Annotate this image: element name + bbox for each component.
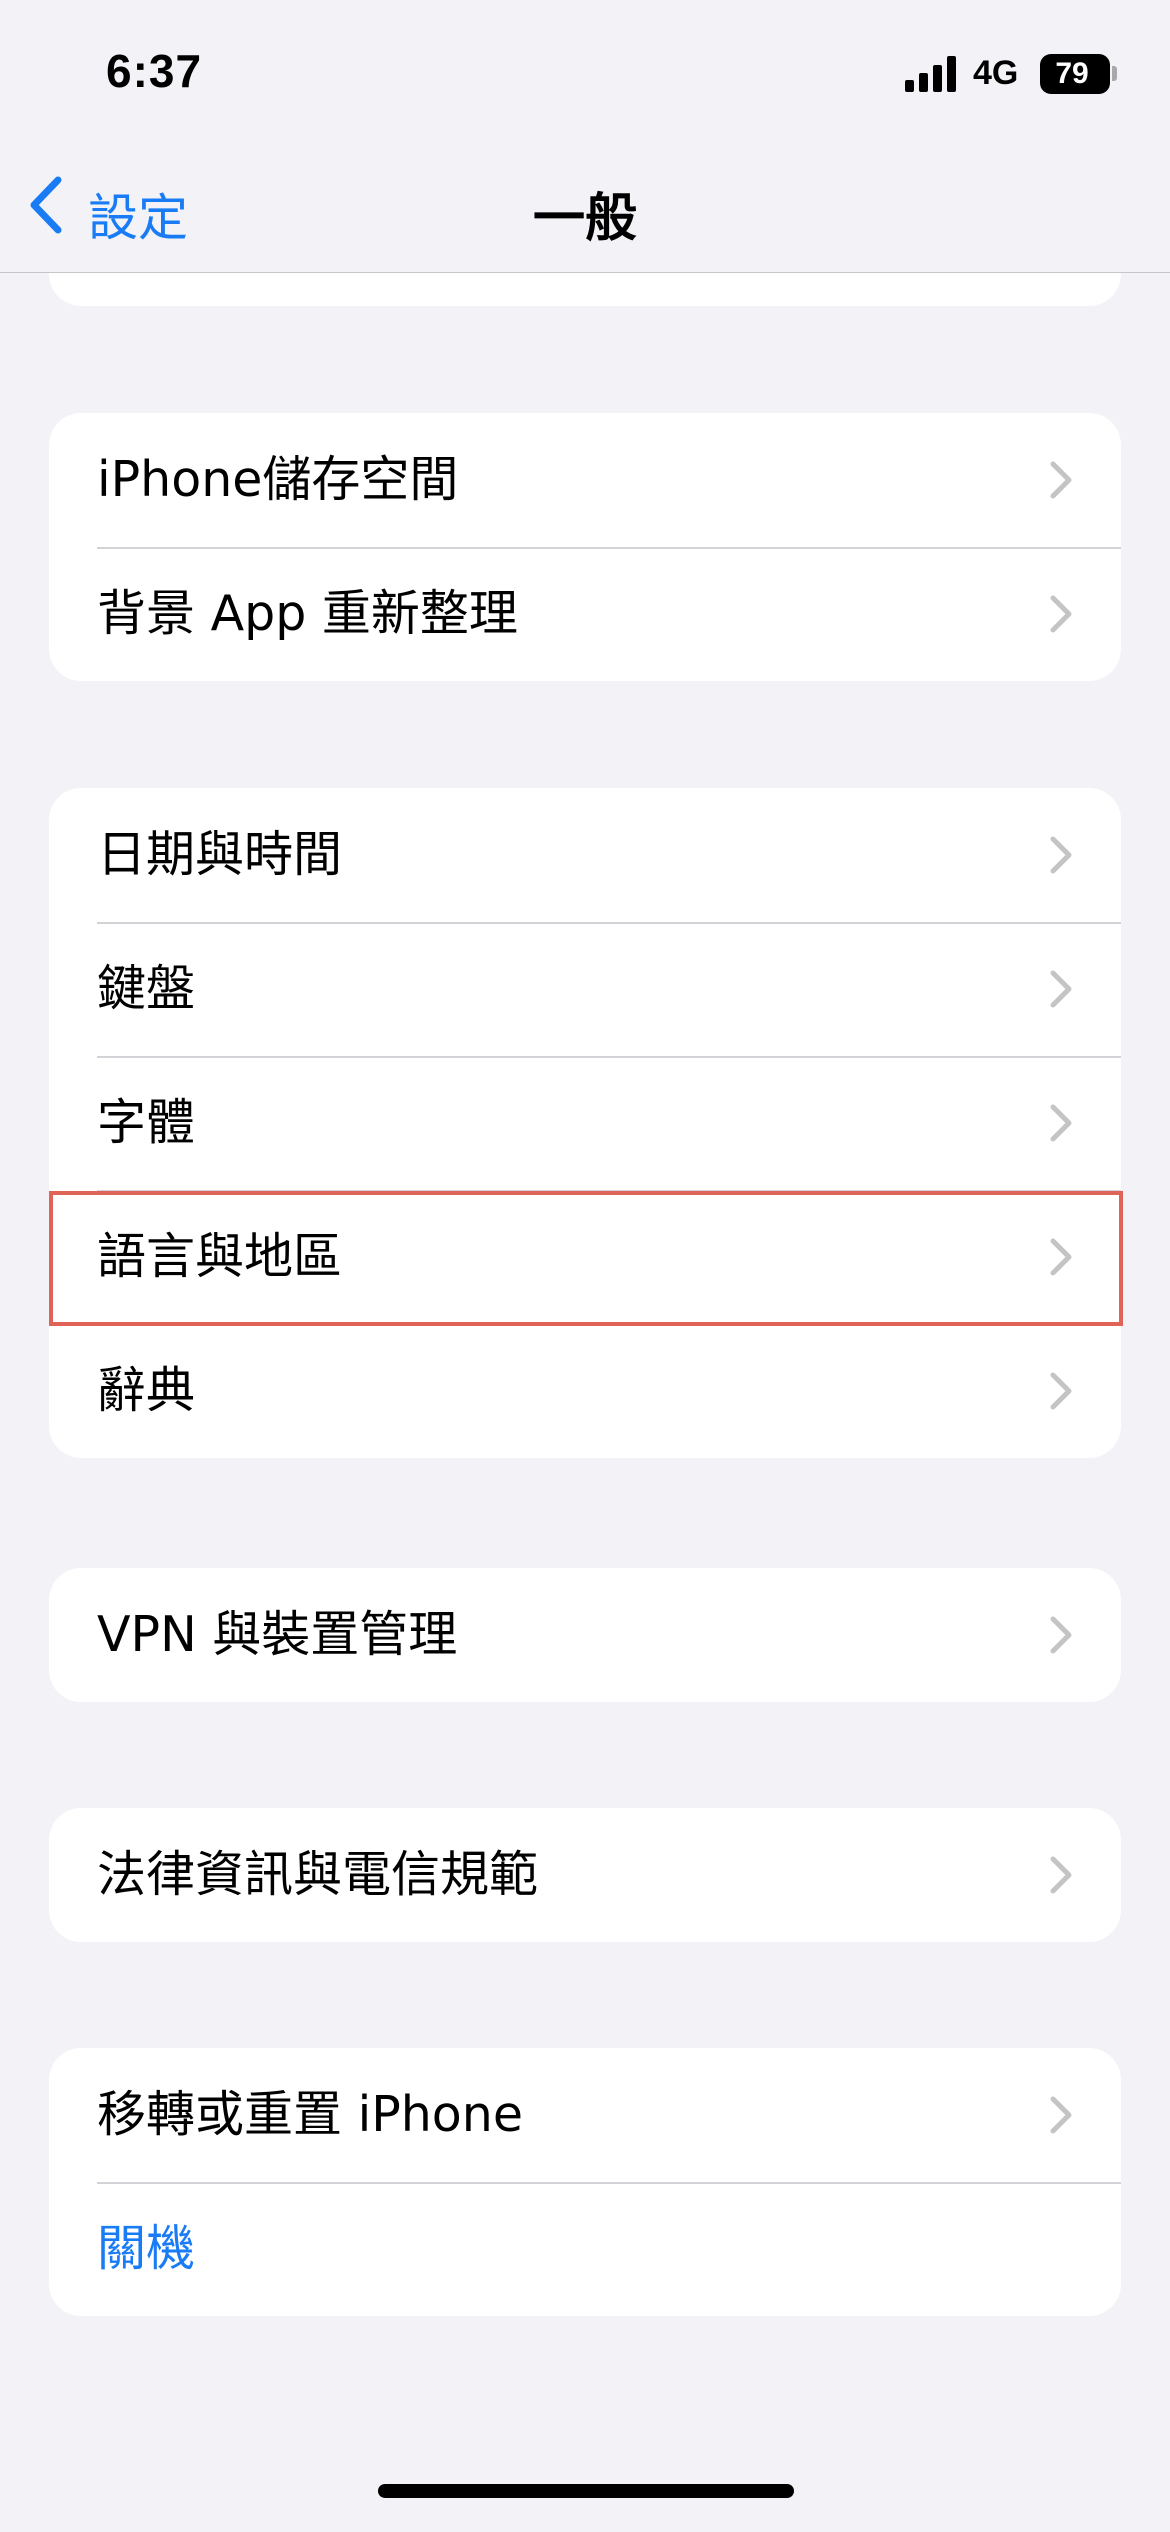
navigation-bar: 設定 一般 <box>0 150 1170 273</box>
home-indicator[interactable] <box>378 2484 794 2498</box>
chevron-right-icon <box>1050 461 1072 499</box>
row-label: 字體 <box>97 1094 196 1151</box>
row-vpn-device-management[interactable]: VPN 與裝置管理 <box>49 1568 1121 1702</box>
row-background-app-refresh[interactable]: 背景 App 重新整理 <box>49 547 1121 681</box>
chevron-right-icon <box>1050 1104 1072 1142</box>
chevron-right-icon <box>1050 2096 1072 2134</box>
battery-tip <box>1112 66 1117 81</box>
settings-group-legal: 法律資訊與電信規範 <box>49 1808 1121 1942</box>
page-title: 一般 <box>532 189 637 249</box>
status-time: 6:37 <box>106 45 203 97</box>
row-label: 法律資訊與電信規範 <box>97 1846 539 1903</box>
shut-down-label: 關機 <box>97 2220 196 2277</box>
settings-group-locale: 日期與時間 鍵盤 字體 語言與地區 辭典 <box>49 788 1121 1458</box>
row-fonts[interactable]: 字體 <box>49 1056 1121 1190</box>
row-label: iPhone儲存空間 <box>97 451 459 508</box>
settings-group-reset: 移轉或重置 iPhone 關機 <box>49 2048 1121 2316</box>
row-label: 鍵盤 <box>97 960 196 1017</box>
cellular-signal-icon <box>905 56 959 92</box>
row-iphone-storage[interactable]: iPhone儲存空間 <box>49 413 1121 547</box>
chevron-right-icon <box>1050 1372 1072 1410</box>
row-label: 日期與時間 <box>97 826 343 883</box>
row-label: 移轉或重置 iPhone <box>97 2086 523 2143</box>
battery-icon: 79 <box>1040 54 1110 94</box>
row-label: VPN 與裝置管理 <box>97 1606 458 1663</box>
chevron-right-icon <box>1050 836 1072 874</box>
row-date-time[interactable]: 日期與時間 <box>49 788 1121 922</box>
network-type-label: 4G <box>973 54 1019 92</box>
row-transfer-reset[interactable]: 移轉或重置 iPhone <box>49 2048 1121 2182</box>
settings-group-storage: iPhone儲存空間 背景 App 重新整理 <box>49 413 1121 681</box>
shut-down-button[interactable]: 關機 <box>49 2182 1121 2316</box>
row-dictionary[interactable]: 辭典 <box>49 1324 1121 1458</box>
row-keyboard[interactable]: 鍵盤 <box>49 922 1121 1056</box>
status-bar: 6:37 4G 79 <box>0 0 1170 150</box>
battery-level: 79 <box>1055 57 1089 90</box>
chevron-right-icon <box>1050 1616 1072 1654</box>
settings-group-vpn: VPN 與裝置管理 <box>49 1568 1121 1702</box>
chevron-right-icon <box>1050 970 1072 1008</box>
row-legal-regulatory[interactable]: 法律資訊與電信規範 <box>49 1808 1121 1942</box>
chevron-right-icon <box>1050 1856 1072 1894</box>
chevron-right-icon <box>1050 595 1072 633</box>
highlight-box <box>49 1191 1123 1326</box>
row-label: 辭典 <box>97 1362 196 1419</box>
row-label: 背景 App 重新整理 <box>97 585 518 642</box>
